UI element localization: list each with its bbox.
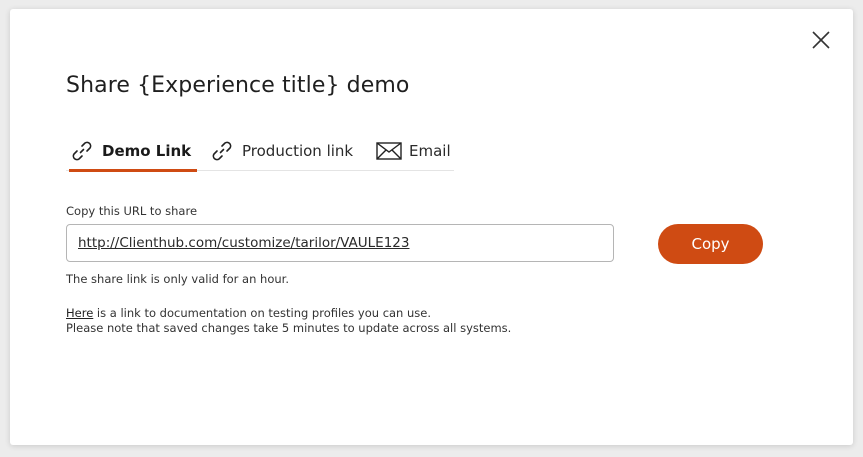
link-icon bbox=[72, 141, 92, 161]
documentation-link-suffix: is a link to documentation on testing pr… bbox=[93, 306, 432, 320]
envelope-icon bbox=[376, 142, 402, 160]
update-note: Please note that saved changes take 5 mi… bbox=[66, 321, 512, 335]
tab-production-link[interactable]: Production link bbox=[209, 137, 353, 170]
close-button[interactable] bbox=[810, 29, 832, 51]
tab-email-label: Email bbox=[409, 142, 451, 160]
tab-production-link-label: Production link bbox=[242, 142, 354, 160]
url-label: Copy this URL to share bbox=[66, 204, 198, 218]
validity-note: The share link is only valid for an hour… bbox=[66, 272, 289, 286]
share-dialog: Share {Experience title} demo Demo Link bbox=[10, 9, 853, 445]
share-tabs: Demo Link Production link Email bbox=[66, 137, 454, 172]
close-icon bbox=[812, 31, 830, 49]
documentation-note: Here is a link to documentation on testi… bbox=[66, 306, 511, 336]
copy-button[interactable]: Copy bbox=[658, 224, 763, 264]
documentation-link[interactable]: Here bbox=[66, 306, 93, 320]
share-url-value[interactable]: http://Clienthub.com/customize/tarilor/V… bbox=[78, 235, 409, 251]
tab-email[interactable]: Email bbox=[376, 137, 451, 170]
link-icon bbox=[212, 141, 232, 161]
tab-demo-link[interactable]: Demo Link bbox=[69, 137, 198, 172]
tab-demo-link-label: Demo Link bbox=[102, 142, 192, 160]
share-url-field[interactable]: http://Clienthub.com/customize/tarilor/V… bbox=[66, 224, 614, 262]
dialog-title: Share {Experience title} demo bbox=[66, 73, 410, 98]
